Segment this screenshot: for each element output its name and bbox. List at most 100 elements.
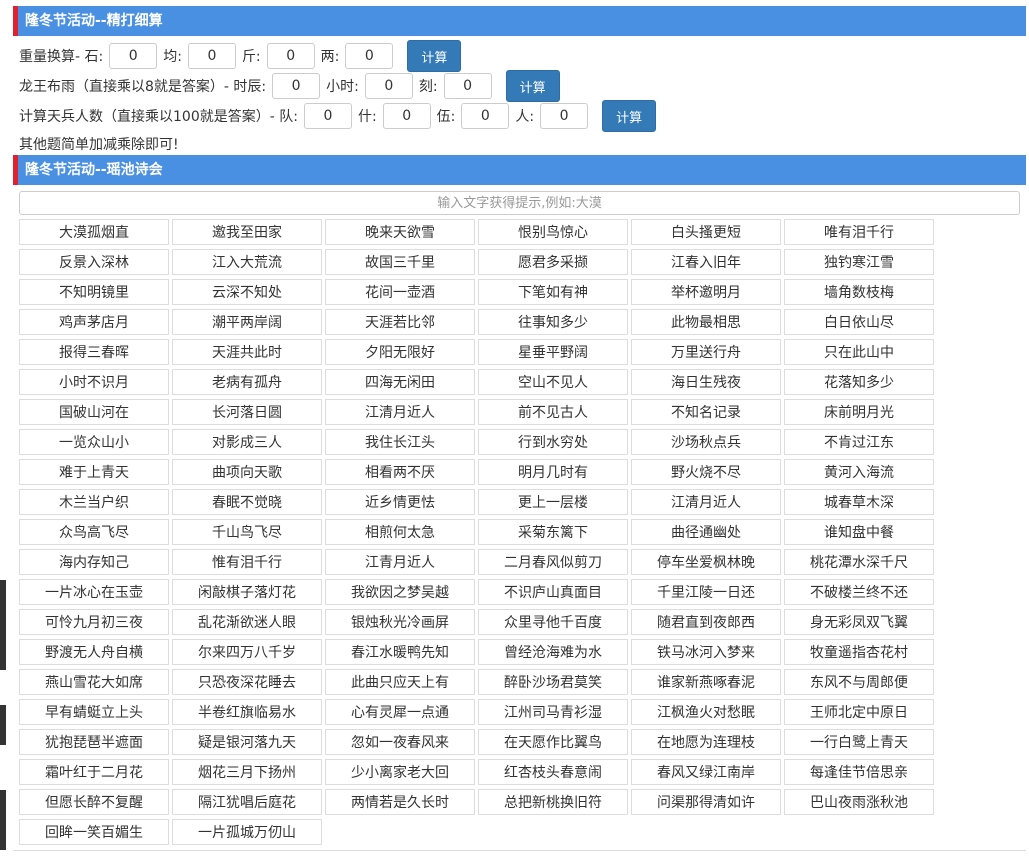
poem-item[interactable]: 一片孤城万仞山 bbox=[172, 819, 322, 845]
poem-item[interactable]: 报得三春晖 bbox=[19, 339, 169, 365]
poem-item[interactable]: 江清月近人 bbox=[325, 399, 475, 425]
rain-shichen-input[interactable] bbox=[272, 73, 321, 99]
poem-item[interactable]: 问渠那得清如许 bbox=[631, 789, 781, 815]
poem-item[interactable]: 江青月近人 bbox=[325, 549, 475, 575]
poem-item[interactable]: 野火烧不尽 bbox=[631, 459, 781, 485]
weight-calc-button[interactable]: 计算 bbox=[407, 40, 462, 72]
poem-item[interactable]: 我欲因之梦吴越 bbox=[325, 579, 475, 605]
poem-item[interactable]: 乱花渐欲迷人眼 bbox=[172, 609, 322, 635]
poem-item[interactable]: 对影成三人 bbox=[172, 429, 322, 455]
poem-item[interactable]: 野渡无人舟自横 bbox=[19, 639, 169, 665]
poem-item[interactable]: 四海无闲田 bbox=[325, 369, 475, 395]
soldiers-shi-input[interactable] bbox=[382, 103, 431, 129]
poem-item[interactable]: 小时不识月 bbox=[19, 369, 169, 395]
poem-item[interactable]: 谁家新燕啄春泥 bbox=[631, 669, 781, 695]
poem-item[interactable]: 停车坐爱枫林晚 bbox=[631, 549, 781, 575]
poem-item[interactable]: 心有灵犀一点通 bbox=[325, 699, 475, 725]
poem-item[interactable]: 恨别鸟惊心 bbox=[478, 219, 628, 245]
poem-item[interactable]: 疑是银河落九天 bbox=[172, 729, 322, 755]
poem-item[interactable]: 不知名记录 bbox=[631, 399, 781, 425]
poem-item[interactable]: 醉卧沙场君莫笑 bbox=[478, 669, 628, 695]
poem-item[interactable]: 红杏枝头春意闹 bbox=[478, 759, 628, 785]
poem-item[interactable]: 不识庐山真面目 bbox=[478, 579, 628, 605]
poem-item[interactable]: 千山鸟飞尽 bbox=[172, 519, 322, 545]
poem-item[interactable]: 沙场秋点兵 bbox=[631, 429, 781, 455]
poem-item[interactable]: 老病有孤舟 bbox=[172, 369, 322, 395]
poem-item[interactable]: 城春草木深 bbox=[784, 489, 934, 515]
poem-item[interactable]: 独钓寒江雪 bbox=[784, 249, 934, 275]
poem-item[interactable]: 在天愿作比翼鸟 bbox=[478, 729, 628, 755]
poem-item[interactable]: 近乡情更怯 bbox=[325, 489, 475, 515]
poem-item[interactable]: 木兰当户织 bbox=[19, 489, 169, 515]
poem-item[interactable]: 曲径通幽处 bbox=[631, 519, 781, 545]
poem-item[interactable]: 海内存知己 bbox=[19, 549, 169, 575]
weight-liang-input[interactable] bbox=[345, 43, 394, 69]
poem-item[interactable]: 相煎何太急 bbox=[325, 519, 475, 545]
poem-item[interactable]: 一览众山小 bbox=[19, 429, 169, 455]
poem-item[interactable]: 床前明月光 bbox=[784, 399, 934, 425]
poem-item[interactable]: 巴山夜雨涨秋池 bbox=[784, 789, 934, 815]
poem-item[interactable]: 行到水穷处 bbox=[478, 429, 628, 455]
poem-item[interactable]: 可怜九月初三夜 bbox=[19, 609, 169, 635]
weight-shi-input[interactable] bbox=[109, 43, 158, 69]
poem-item[interactable]: 前不见古人 bbox=[478, 399, 628, 425]
poem-item[interactable]: 此物最相思 bbox=[631, 309, 781, 335]
soldiers-wu-input[interactable] bbox=[461, 103, 510, 129]
poem-item[interactable]: 夕阳无限好 bbox=[325, 339, 475, 365]
poem-item[interactable]: 江入大荒流 bbox=[172, 249, 322, 275]
poem-item[interactable]: 江枫渔火对愁眠 bbox=[631, 699, 781, 725]
poem-item[interactable]: 愿君多采撷 bbox=[478, 249, 628, 275]
poem-item[interactable]: 天涯若比邻 bbox=[325, 309, 475, 335]
poem-item[interactable]: 半卷红旗临易水 bbox=[172, 699, 322, 725]
poem-item[interactable]: 墙角数枝梅 bbox=[784, 279, 934, 305]
poem-item[interactable]: 牧童遥指杏花村 bbox=[784, 639, 934, 665]
poem-item[interactable]: 国破山河在 bbox=[19, 399, 169, 425]
poem-item[interactable]: 春风又绿江南岸 bbox=[631, 759, 781, 785]
poem-item[interactable]: 千里江陵一日还 bbox=[631, 579, 781, 605]
poem-item[interactable]: 反景入深林 bbox=[19, 249, 169, 275]
poem-item[interactable]: 万里送行舟 bbox=[631, 339, 781, 365]
poem-item[interactable]: 此曲只应天上有 bbox=[325, 669, 475, 695]
poem-item[interactable]: 晚来天欲雪 bbox=[325, 219, 475, 245]
poem-item[interactable]: 江清月近人 bbox=[631, 489, 781, 515]
poem-item[interactable]: 隔江犹唱后庭花 bbox=[172, 789, 322, 815]
poem-item[interactable]: 但愿长醉不复醒 bbox=[19, 789, 169, 815]
poem-item[interactable]: 犹抱琵琶半遮面 bbox=[19, 729, 169, 755]
poem-search-input[interactable] bbox=[19, 191, 1020, 215]
poem-item[interactable]: 只恐夜深花睡去 bbox=[172, 669, 322, 695]
poem-item[interactable]: 忽如一夜春风来 bbox=[325, 729, 475, 755]
poem-item[interactable]: 花间一壶酒 bbox=[325, 279, 475, 305]
poem-item[interactable]: 长河落日圆 bbox=[172, 399, 322, 425]
poem-item[interactable]: 云深不知处 bbox=[172, 279, 322, 305]
poem-item[interactable]: 往事知多少 bbox=[478, 309, 628, 335]
poem-item[interactable]: 黄河入海流 bbox=[784, 459, 934, 485]
poem-item[interactable]: 曲项向天歌 bbox=[172, 459, 322, 485]
poem-item[interactable]: 一行白鹭上青天 bbox=[784, 729, 934, 755]
soldiers-dui-input[interactable] bbox=[303, 103, 352, 129]
poem-item[interactable]: 邀我至田家 bbox=[172, 219, 322, 245]
poem-item[interactable]: 回眸一笑百媚生 bbox=[19, 819, 169, 845]
poem-item[interactable]: 更上一层楼 bbox=[478, 489, 628, 515]
poem-item[interactable]: 只在此山中 bbox=[784, 339, 934, 365]
poem-item[interactable]: 花落知多少 bbox=[784, 369, 934, 395]
poem-item[interactable]: 不知明镜里 bbox=[19, 279, 169, 305]
poem-item[interactable]: 每逢佳节倍思亲 bbox=[784, 759, 934, 785]
poem-item[interactable]: 燕山雪花大如席 bbox=[19, 669, 169, 695]
poem-item[interactable]: 白头搔更短 bbox=[631, 219, 781, 245]
poem-item[interactable]: 故国三千里 bbox=[325, 249, 475, 275]
poem-item[interactable]: 烟花三月下扬州 bbox=[172, 759, 322, 785]
soldiers-ren-input[interactable] bbox=[540, 103, 589, 129]
poem-item[interactable]: 天涯共此时 bbox=[172, 339, 322, 365]
poem-item[interactable]: 举杯邀明月 bbox=[631, 279, 781, 305]
rain-hour-input[interactable] bbox=[364, 73, 413, 99]
poem-item[interactable]: 闲敲棋子落灯花 bbox=[172, 579, 322, 605]
poem-item[interactable]: 难于上青天 bbox=[19, 459, 169, 485]
poem-item[interactable]: 东风不与周郎便 bbox=[784, 669, 934, 695]
poem-item[interactable]: 海日生残夜 bbox=[631, 369, 781, 395]
poem-item[interactable]: 相看两不厌 bbox=[325, 459, 475, 485]
poem-item[interactable]: 江州司马青衫湿 bbox=[478, 699, 628, 725]
poem-item[interactable]: 不破楼兰终不还 bbox=[784, 579, 934, 605]
poem-item[interactable]: 下笔如有神 bbox=[478, 279, 628, 305]
poem-item[interactable]: 唯有泪千行 bbox=[784, 219, 934, 245]
poem-item[interactable]: 鸡声茅店月 bbox=[19, 309, 169, 335]
